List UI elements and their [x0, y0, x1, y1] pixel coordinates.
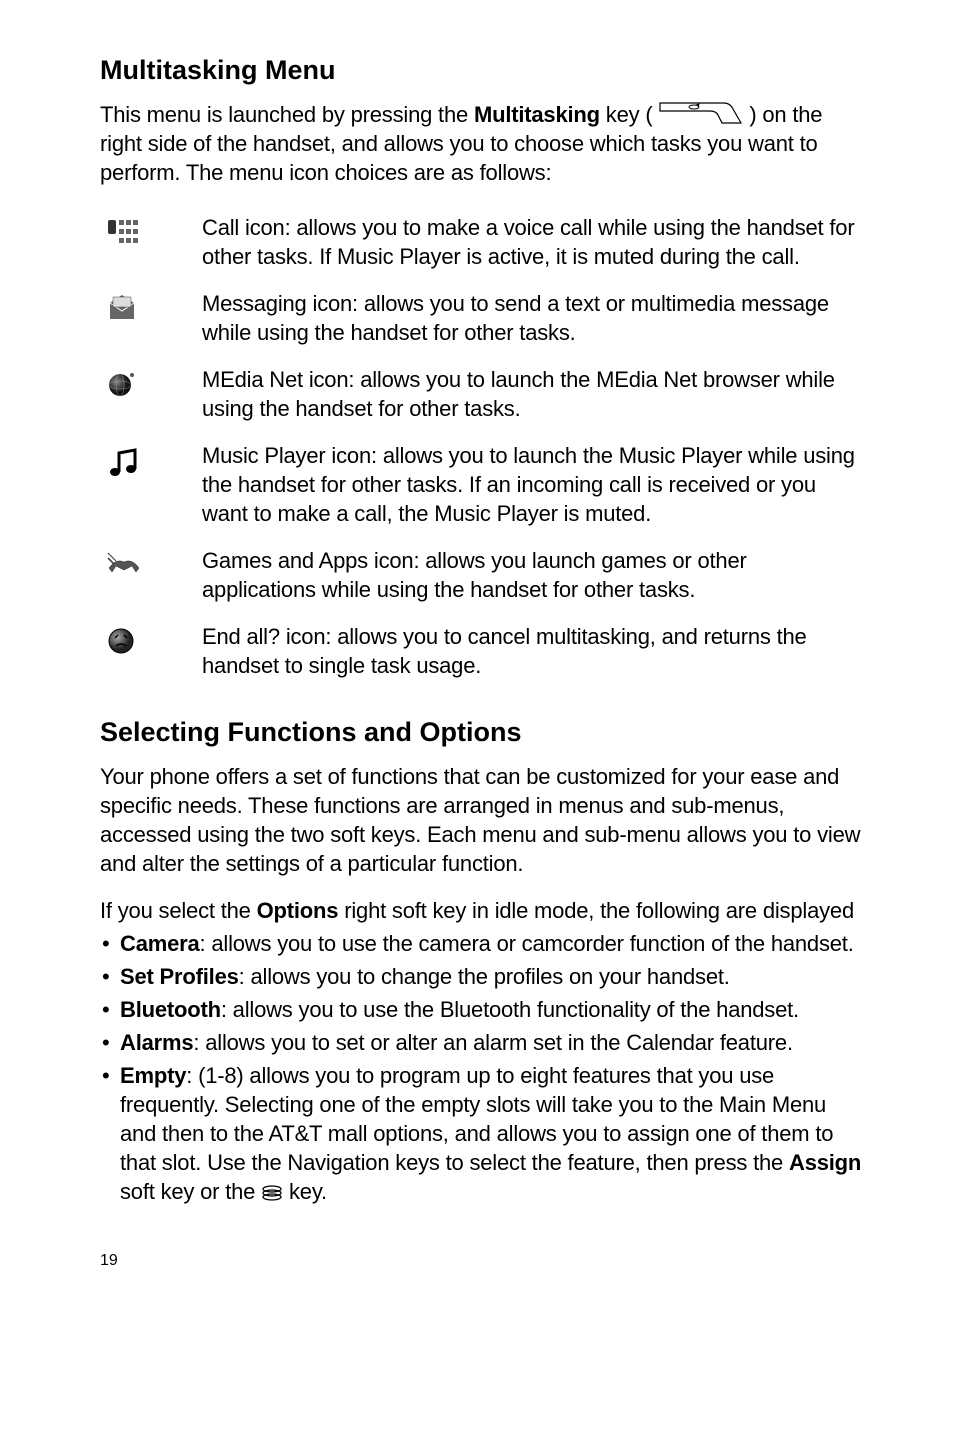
bullet5-bold2: Assign	[789, 1150, 861, 1175]
bullet-text: : allows you to use the camera or camcor…	[200, 931, 854, 956]
list-item: Bluetooth: allows you to use the Bluetoo…	[100, 995, 864, 1024]
bullet-label: Camera	[120, 931, 200, 956]
bullet5-pre: : (1-8) allows you to program up to eigh…	[120, 1063, 833, 1175]
bullet-text: : allows you to set or alter an alarm se…	[193, 1030, 792, 1055]
music-player-text: Music Player icon: allows you to launch …	[202, 441, 864, 528]
para3-bold: Options	[257, 898, 339, 923]
media-net-text: MEdia Net icon: allows you to launch the…	[202, 365, 864, 423]
intro-bold-1: Multitasking	[474, 102, 600, 127]
list-item: Camera: allows you to use the camera or …	[100, 929, 864, 958]
list-item: Games and Apps icon: allows you launch g…	[100, 546, 864, 604]
games-apps-text: Games and Apps icon: allows you launch g…	[202, 546, 864, 604]
options-list: Camera: allows you to use the camera or …	[100, 929, 864, 1206]
page-number: 19	[100, 1252, 864, 1270]
games-apps-icon	[100, 546, 202, 578]
intro-mid-1: key (	[600, 102, 653, 127]
heading-selecting: Selecting Functions and Options	[100, 717, 864, 748]
list-item: Call icon: allows you to make a voice ca…	[100, 213, 864, 271]
heading-multitasking: Multitasking Menu	[100, 55, 864, 86]
icon-list: Call icon: allows you to make a voice ca…	[100, 213, 864, 680]
intro-paragraph: This menu is launched by pressing the Mu…	[100, 100, 864, 187]
list-item: Messaging icon: allows you to send a tex…	[100, 289, 864, 347]
list-item: MEdia Net icon: allows you to launch the…	[100, 365, 864, 423]
end-all-text: End all? icon: allows you to cancel mult…	[202, 622, 864, 680]
list-item: Empty: (1-8) allows you to program up to…	[100, 1061, 864, 1206]
list-item: Set Profiles: allows you to change the p…	[100, 962, 864, 991]
call-icon	[100, 213, 202, 247]
end-all-icon	[100, 622, 202, 656]
assign-key-icon	[261, 1184, 283, 1202]
list-item: End all? icon: allows you to cancel mult…	[100, 622, 864, 680]
bullet-text: : allows you to use the Bluetooth functi…	[221, 997, 799, 1022]
messaging-text: Messaging icon: allows you to send a tex…	[202, 289, 864, 347]
list-item: Alarms: allows you to set or alter an al…	[100, 1028, 864, 1057]
music-player-icon	[100, 441, 202, 479]
bullet-text: : allows you to change the profiles on y…	[239, 964, 730, 989]
para3-post: right soft key in idle mode, the followi…	[338, 898, 854, 923]
bullet5-post: key.	[283, 1179, 327, 1204]
multitasking-key-icon	[658, 101, 743, 125]
para-functions: Your phone offers a set of functions tha…	[100, 762, 864, 878]
intro-pre: This menu is launched by pressing the	[100, 102, 474, 127]
bullet-label: Bluetooth	[120, 997, 221, 1022]
list-item: Music Player icon: allows you to launch …	[100, 441, 864, 528]
para3-pre: If you select the	[100, 898, 257, 923]
messaging-icon	[100, 289, 202, 323]
call-text: Call icon: allows you to make a voice ca…	[202, 213, 864, 271]
bullet-label: Alarms	[120, 1030, 193, 1055]
media-net-icon	[100, 365, 202, 399]
bullet-label: Set Profiles	[120, 964, 239, 989]
bullet5-mid: soft key or the	[120, 1179, 261, 1204]
para-options: If you select the Options right soft key…	[100, 896, 864, 925]
bullet-label: Empty	[120, 1063, 186, 1088]
